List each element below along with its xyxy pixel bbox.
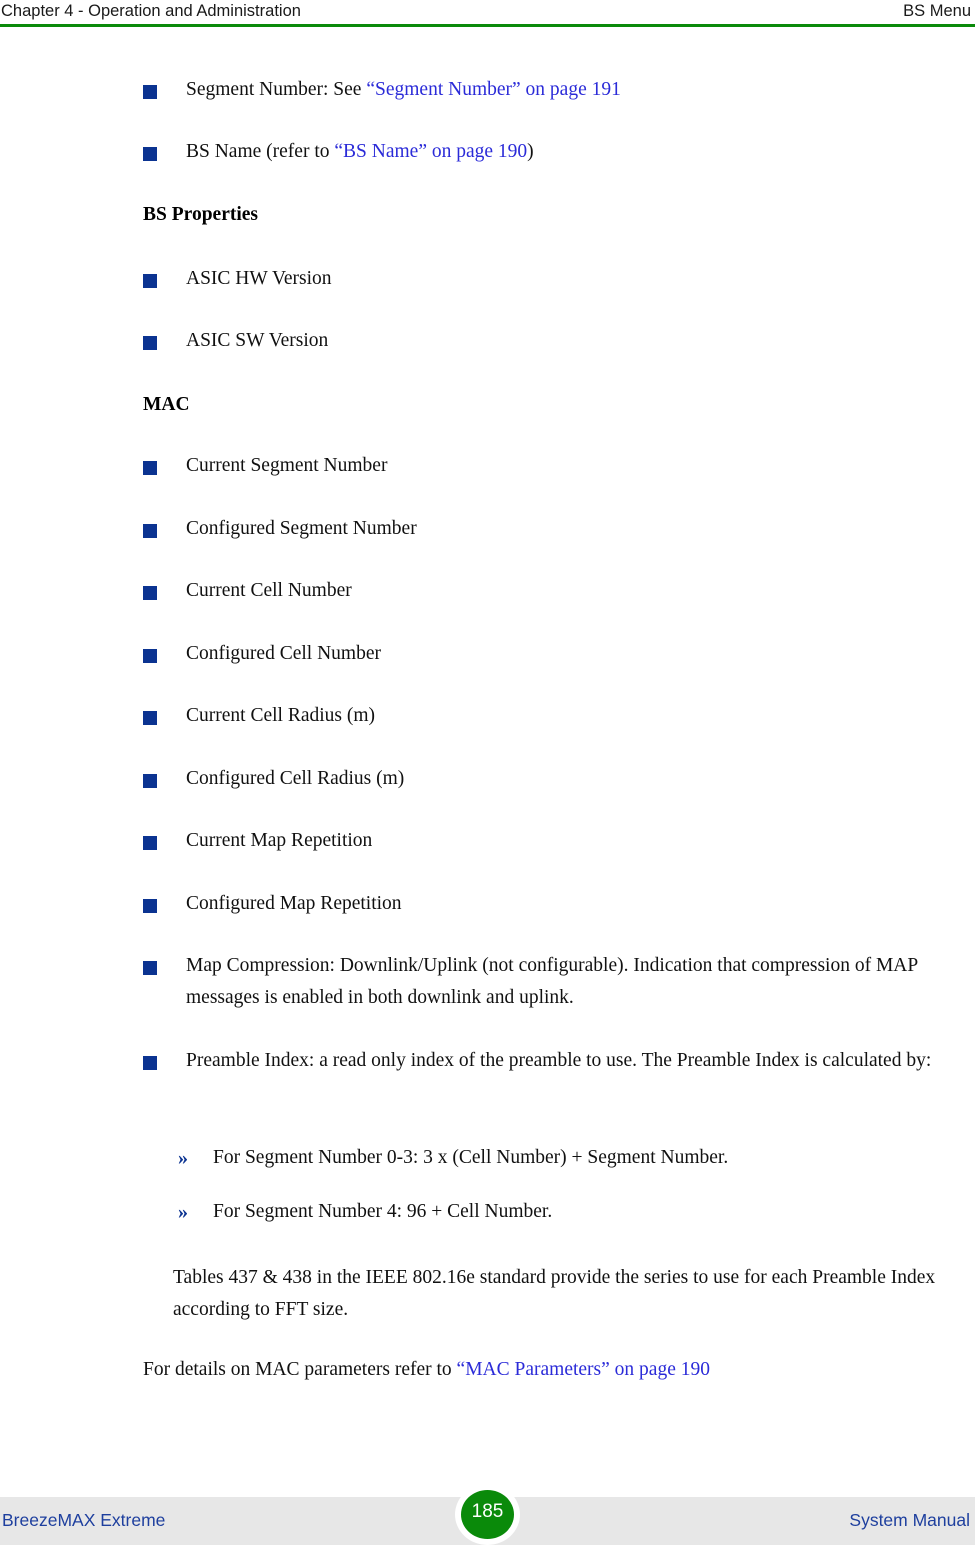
bullet-label: Current Cell Radius (m) (186, 705, 376, 726)
header-chapter-title: Chapter 4 - Operation and Administration (1, 2, 301, 20)
bullet-configured-map-repetition: Configured Map Repetition (143, 888, 886, 920)
bullet-current-segment-number: Current Segment Number (143, 450, 886, 482)
bullet-label: Preamble Index: a read only index of the… (186, 1050, 932, 1071)
footer-product-name: BreezeMAX Extreme (2, 1510, 166, 1530)
page-number-badge: 185 (455, 1484, 520, 1545)
bullet-text-post: ) (527, 141, 534, 162)
bullet-label: Current Segment Number (186, 455, 388, 476)
bullet-square-icon (143, 336, 157, 350)
bullet-label: ASIC SW Version (186, 330, 329, 351)
bullet-label: Current Map Repetition (186, 830, 373, 851)
bullet-segment-number: Segment Number: See “Segment Number” on … (143, 74, 975, 106)
bullet-configured-segment-number: Configured Segment Number (143, 513, 886, 545)
bullet-label: Map Compression: Downlink/Uplink (not co… (186, 955, 918, 1008)
bullet-label: Configured Cell Number (186, 643, 381, 664)
bullet-square-icon (143, 274, 157, 288)
bullet-bs-name: BS Name (refer to “BS Name” on page 190) (143, 136, 975, 168)
bullet-asic-hw-version: ASIC HW Version (143, 263, 886, 295)
page-header: Chapter 4 - Operation and Administration… (0, 0, 975, 27)
header-section-title: BS Menu (903, 2, 971, 20)
xref-mac-parameters[interactable]: “MAC Parameters” on page 190 (457, 1359, 710, 1380)
bullet-square-icon (143, 586, 157, 600)
bullet-text-pre: BS Name (refer to (186, 141, 335, 162)
bullet-square-icon (143, 1056, 157, 1070)
paragraph-mac-parameters: For details on MAC parameters refer to “… (143, 1354, 963, 1386)
bullet-square-icon (143, 461, 157, 475)
bullet-label: Configured Map Repetition (186, 893, 402, 914)
paragraph-tables-437-438: Tables 437 & 438 in the IEEE 802.16e sta… (173, 1267, 936, 1320)
double-chevron-icon: » (178, 1201, 188, 1223)
bullet-square-icon (143, 524, 157, 538)
page-number-value: 185 (471, 1501, 504, 1522)
sub-bullet-segment-number-0-3: » For Segment Number 0-3: 3 x (Cell Numb… (178, 1142, 973, 1174)
bullet-square-icon (143, 961, 157, 975)
heading-mac: MAC (143, 394, 190, 415)
bullet-asic-sw-version: ASIC SW Version (143, 325, 886, 357)
bullet-square-icon (143, 774, 157, 788)
bullet-square-icon (143, 836, 157, 850)
header-divider-rule (0, 24, 975, 27)
bullet-label: Current Cell Number (186, 580, 352, 601)
bullet-square-icon (143, 711, 157, 725)
bullet-configured-cell-radius: Configured Cell Radius (m) (143, 763, 886, 795)
bullet-map-compression: Map Compression: Downlink/Uplink (not co… (143, 950, 975, 1014)
sub-bullet-segment-number-4: » For Segment Number 4: 96 + Cell Number… (178, 1196, 973, 1228)
sub-bullet-label: For Segment Number 4: 96 + Cell Number. (213, 1201, 553, 1222)
bullet-square-icon (143, 899, 157, 913)
footer-document-title: System Manual (849, 1510, 970, 1530)
bullet-text-pre: Segment Number: See (186, 79, 367, 100)
bullet-label: ASIC HW Version (186, 268, 332, 289)
heading-bs-properties: BS Properties (143, 204, 259, 225)
bullet-square-icon (143, 85, 157, 99)
bullet-current-cell-number: Current Cell Number (143, 575, 886, 607)
double-chevron-icon: » (178, 1147, 188, 1169)
bullet-label: Configured Segment Number (186, 518, 417, 539)
bullet-label: Configured Cell Radius (m) (186, 768, 405, 789)
bullet-square-icon (143, 147, 157, 161)
xref-bs-name[interactable]: “BS Name” on page 190 (334, 141, 527, 162)
xref-segment-number[interactable]: “Segment Number” on page 191 (366, 79, 621, 100)
bullet-configured-cell-number: Configured Cell Number (143, 638, 886, 670)
bullet-current-map-repetition: Current Map Repetition (143, 825, 886, 857)
paragraph-text-pre: For details on MAC parameters refer to (143, 1359, 457, 1380)
sub-bullet-label: For Segment Number 0-3: 3 x (Cell Number… (213, 1147, 729, 1168)
bullet-preamble-index: Preamble Index: a read only index of the… (143, 1045, 975, 1077)
bullet-square-icon (143, 649, 157, 663)
bullet-current-cell-radius: Current Cell Radius (m) (143, 700, 886, 732)
